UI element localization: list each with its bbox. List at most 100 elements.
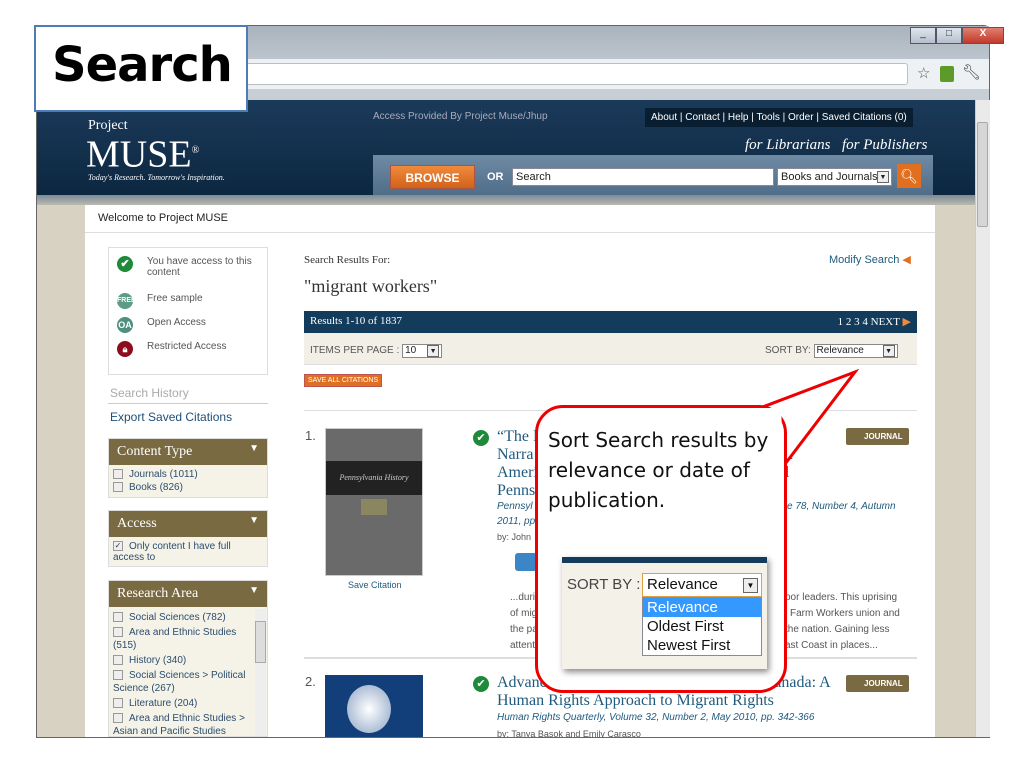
slide-label: Search: [52, 37, 233, 93]
minimize-button[interactable]: _: [910, 27, 936, 44]
checkbox[interactable]: [113, 627, 123, 638]
nav-help[interactable]: Help: [728, 112, 749, 123]
ipp-label: ITEMS PER PAGE :: [310, 345, 400, 356]
cover-image: [361, 499, 387, 515]
snippet-line: l Farm Workers union and: [785, 608, 900, 619]
triangle-down-icon: ▼: [249, 515, 259, 526]
checkbox[interactable]: [113, 655, 123, 666]
globe-image: [347, 685, 391, 733]
checkbox[interactable]: [113, 670, 123, 681]
star-icon[interactable]: ☆: [917, 64, 930, 82]
nav-order[interactable]: Order: [788, 112, 814, 123]
result-authors: by: John: [497, 532, 532, 542]
sort-select[interactable]: Relevance ▼: [813, 344, 898, 358]
lock-icon: 🔒︎: [117, 341, 133, 357]
snippet-line: attenti: [510, 640, 538, 651]
facet-item[interactable]: Area and Ethnic Studies (515): [109, 625, 253, 653]
sort-option-relevance[interactable]: Relevance: [643, 598, 761, 617]
page-2[interactable]: 2: [846, 316, 852, 328]
facet-item[interactable]: Social Sciences > Political Science (267…: [109, 668, 253, 696]
facet-scroll-thumb[interactable]: [255, 621, 266, 663]
facet-content-type: Content Type ▼ Journals (1011) Books (826…: [108, 438, 268, 498]
checkbox[interactable]: [113, 713, 123, 724]
items-per-page: ITEMS PER PAGE : 10 ▼: [310, 344, 443, 358]
result-meta-right: e 78, Number 4, Autumn: [787, 501, 896, 512]
save-citation-link[interactable]: Save Citation: [348, 580, 402, 590]
address-bar[interactable]: [240, 63, 908, 85]
nav-contact[interactable]: Contact: [685, 112, 719, 123]
facet-label: Area and Ethnic Studies > Asian and Paci…: [113, 713, 245, 737]
page-scroll-thumb[interactable]: [977, 122, 988, 227]
sort-option-newest[interactable]: Newest First: [643, 636, 761, 655]
search-icon: 🔍︎: [900, 168, 918, 184]
nav-about[interactable]: About: [651, 112, 677, 123]
sort-options-list: Relevance Oldest First Newest First: [642, 597, 762, 656]
facet-item[interactable]: ✓ Only content I have full access to: [109, 540, 267, 564]
results-for-label: Search Results For:: [304, 254, 391, 266]
checkbox-checked[interactable]: ✓: [113, 541, 123, 552]
scope-select[interactable]: Books and Journals ▼: [777, 168, 892, 186]
arrow-left-icon: ◀: [902, 254, 911, 266]
facet-label: Social Sciences > Political Science (267…: [113, 670, 246, 694]
legend-open: Open Access: [147, 317, 206, 328]
html-format-icon[interactable]: [515, 553, 537, 571]
wrench-icon[interactable]: 🔧︎: [962, 63, 981, 81]
snippet-right: oor leaders. This uprising l Farm Workers…: [785, 590, 900, 654]
snippet-line: of mig: [510, 608, 538, 619]
divider: [85, 232, 935, 233]
facet-item[interactable]: Journals (1011): [109, 468, 267, 481]
facet-header[interactable]: Content Type ▼: [109, 439, 267, 465]
chevron-down-icon: ▼: [882, 345, 895, 357]
book-cover[interactable]: Pennsylvania History: [325, 428, 423, 576]
facet-item[interactable]: Area and Ethnic Studies > Asian and Paci…: [109, 711, 253, 737]
search-go-button[interactable]: 🔍︎: [897, 164, 921, 188]
save-all-citations-button[interactable]: SAVE ALL CITATIONS: [304, 374, 383, 387]
or-label: OR: [487, 171, 504, 183]
checkbox[interactable]: [113, 612, 123, 623]
checkbox[interactable]: [113, 698, 123, 709]
checkbox[interactable]: [113, 469, 123, 480]
facet-item[interactable]: Literature (204): [109, 696, 253, 711]
maximize-button[interactable]: □: [936, 27, 962, 44]
facet-title: Access: [117, 516, 157, 531]
close-button[interactable]: X: [962, 27, 1004, 44]
facet-item[interactable]: History (340): [109, 653, 253, 668]
search-input[interactable]: Search: [512, 168, 774, 186]
facet-access: Access ▼ ✓ Only content I have full access…: [108, 510, 268, 567]
triangle-down-icon: ▼: [249, 443, 259, 454]
export-citations-link[interactable]: Export Saved Citations: [110, 410, 232, 424]
nav-saved-citations[interactable]: Saved Citations (0): [822, 112, 907, 123]
evernote-icon[interactable]: [940, 66, 954, 82]
page-3[interactable]: 3: [854, 316, 860, 328]
nav-tools[interactable]: Tools: [756, 112, 779, 123]
snippet-line: ast Coast in places...: [785, 640, 878, 651]
chevron-down-icon: ▼: [877, 171, 889, 183]
page-4[interactable]: 4: [862, 316, 868, 328]
arrow-right-icon: ▶: [902, 316, 911, 328]
facet-research-area: Research Area ▼ Social Sciences (782) Are…: [108, 580, 268, 737]
next-link[interactable]: NEXT: [871, 316, 900, 328]
snippet-left: ...duri of mig the pa attenti: [510, 590, 538, 654]
sort-option-oldest[interactable]: Oldest First: [643, 617, 761, 636]
facet-header[interactable]: Research Area ▼: [109, 581, 267, 607]
checkbox[interactable]: [113, 482, 123, 493]
sort-value: Relevance: [816, 345, 864, 356]
sort-select[interactable]: Relevance ▼: [642, 573, 762, 597]
ipp-select[interactable]: 10 ▼: [402, 344, 443, 358]
page-1[interactable]: 1: [838, 316, 844, 328]
facet-item[interactable]: Books (826): [109, 481, 267, 494]
sort-by: SORT BY: Relevance ▼: [765, 344, 898, 358]
for-librarians-link[interactable]: for Librarians: [745, 137, 830, 154]
facet-label: Only content I have full access to: [113, 541, 231, 563]
slide-label-box: Search: [34, 25, 248, 112]
browse-button[interactable]: BROWSE: [390, 165, 475, 189]
facet-header[interactable]: Access ▼: [109, 511, 267, 537]
for-publishers-link[interactable]: for Publishers: [842, 137, 927, 154]
search-history-link[interactable]: Search History: [110, 386, 189, 400]
facet-item[interactable]: Social Sciences (782): [109, 610, 253, 625]
slide-bottom: [0, 738, 1024, 768]
facet-scrollbar[interactable]: [255, 609, 266, 736]
logo-muse[interactable]: MUSE®: [86, 132, 199, 174]
journal-cover[interactable]: [325, 675, 423, 737]
modify-search-link[interactable]: Modify Search ◀: [829, 253, 911, 266]
